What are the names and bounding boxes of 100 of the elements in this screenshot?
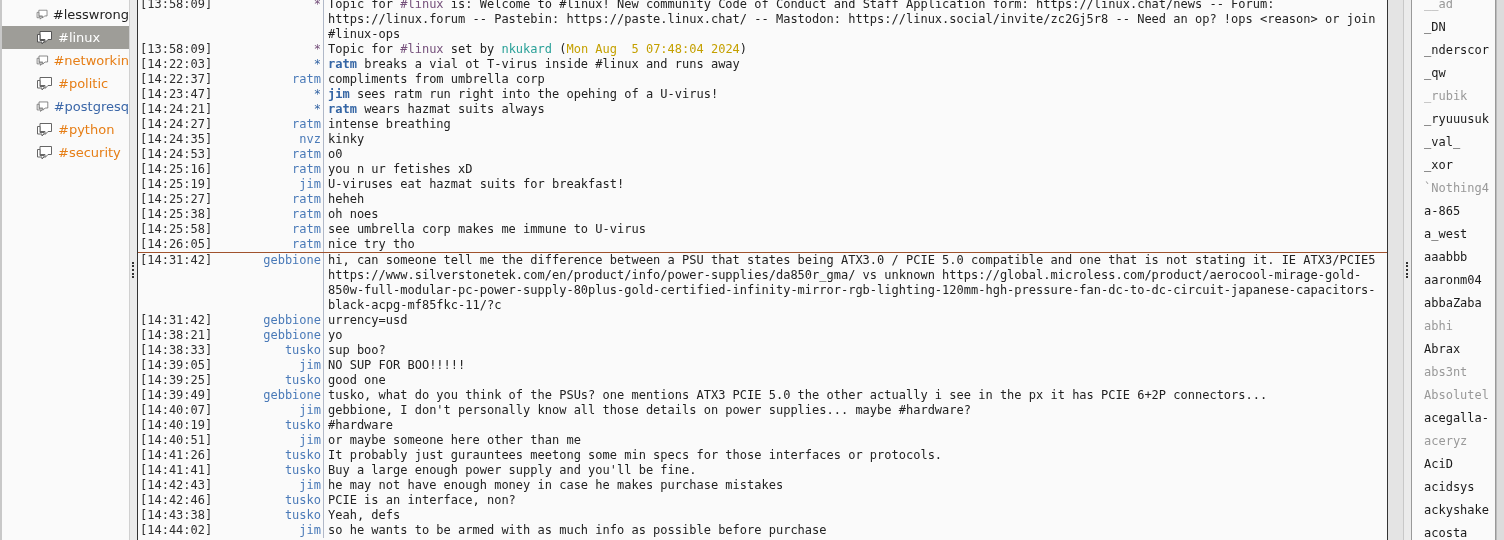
- user-item[interactable]: _ryuuusuk: [1412, 108, 1495, 131]
- timestamp: [14:24:21]: [140, 102, 214, 117]
- nick-label: tusko: [226, 463, 324, 478]
- message-text: U-viruses eat hazmat suits for breakfast!: [327, 177, 626, 192]
- timestamp: [14:44:02]: [140, 523, 214, 538]
- channel-name: #politic: [58, 76, 109, 91]
- message-text: tusko, what do you think of the PSUs? one mentions ATX3 PCIE 5.0 the other actually i see in the px it has PCIE 6+2P connectors...: [327, 388, 1269, 403]
- nick-label: tusko: [226, 373, 324, 388]
- user-item[interactable]: acidsys: [1412, 476, 1495, 499]
- user-item[interactable]: a_west: [1412, 223, 1495, 246]
- timestamp: [14:22:03]: [140, 57, 214, 72]
- nick-label: gebbione: [226, 253, 324, 313]
- chat-bubble-icon: [36, 99, 50, 114]
- timestamp: [14:25:16]: [140, 162, 214, 177]
- timestamp: [14:24:53]: [140, 147, 214, 162]
- user-item[interactable]: _DN: [1412, 16, 1495, 39]
- user-item[interactable]: aaronm04: [1412, 269, 1495, 292]
- message-text: compliments from umbrella corp: [327, 72, 546, 87]
- nick-label: ratm: [226, 192, 324, 207]
- nick-label: jim: [226, 478, 324, 493]
- timestamp: [14:31:42]: [140, 253, 214, 269]
- nick-label: ratm: [226, 72, 324, 87]
- timestamp: [14:42:43]: [140, 478, 214, 493]
- user-item[interactable]: aaabbb: [1412, 246, 1495, 269]
- message-text: ratm wears hazmat suits always: [327, 102, 546, 117]
- nick-label: ratm: [226, 147, 324, 162]
- nick-label: jim: [226, 523, 324, 538]
- message-text: gebbione, I don't personally know all those details on power supplies... maybe #hardware?: [327, 403, 972, 418]
- nick-label: jim: [226, 433, 324, 448]
- timestamp: [14:40:07]: [140, 403, 214, 418]
- timestamp: [14:43:38]: [140, 508, 214, 523]
- user-item[interactable]: _nderscor: [1412, 39, 1495, 62]
- user-item[interactable]: Abrax: [1412, 338, 1495, 361]
- nick-label: ratm: [226, 222, 324, 237]
- message-text: see umbrella corp makes me immune to U-virus: [327, 222, 647, 237]
- timestamp: [14:26:05]: [140, 237, 214, 252]
- chat-bubble-icon: [36, 53, 50, 68]
- message-text: #hardware: [327, 418, 395, 433]
- user-item[interactable]: ackyshake: [1412, 499, 1495, 522]
- message-text: o0: [327, 147, 344, 162]
- nick-label: tusko: [226, 508, 324, 523]
- user-item[interactable]: _qw: [1412, 62, 1495, 85]
- nick-label: jim: [226, 358, 324, 373]
- message-text: PCIE is an interface, non?: [327, 493, 517, 508]
- nick-label: tusko: [226, 418, 324, 433]
- message-text: It probably just gurauntees meetong some min specs for those interfaces or protocols.: [327, 448, 944, 463]
- user-item[interactable]: a-865: [1412, 200, 1495, 223]
- nick-label: ratm: [226, 117, 324, 132]
- timestamp: [14:39:49]: [140, 388, 214, 403]
- nick-label: jim: [226, 177, 324, 192]
- channel-name: #lesswrong: [52, 7, 129, 22]
- timestamp: [14:41:26]: [140, 448, 214, 463]
- timestamp: [14:25:38]: [140, 207, 214, 222]
- timestamp: [14:40:51]: [140, 433, 214, 448]
- timestamp: [13:58:09]: [140, 42, 214, 57]
- message-text: NO SUP FOR BOO!!!!!: [327, 358, 467, 373]
- nick-label: gebbione: [226, 313, 324, 328]
- nick-label: ratm: [226, 162, 324, 177]
- chat-bubble-icon: [36, 30, 54, 45]
- scrollbar[interactable]: [1496, 0, 1504, 540]
- message-text: Buy a large enough power supply and you'll be fine.: [327, 463, 698, 478]
- nick-label: nvz: [226, 132, 324, 147]
- chat-bubble-icon: [36, 7, 49, 22]
- nick-label: tusko: [226, 343, 324, 358]
- message-text: good one: [327, 373, 387, 388]
- resize-grip[interactable]: [1405, 262, 1410, 278]
- message-text: you n ur fetishes xD: [327, 162, 474, 177]
- nick-label: *: [226, 57, 324, 72]
- timestamp: [14:39:25]: [140, 373, 214, 388]
- timestamp: [14:24:35]: [140, 132, 214, 147]
- scrollbar[interactable]: [1388, 0, 1404, 540]
- user-item[interactable]: acegalla-: [1412, 407, 1495, 430]
- user-item[interactable]: _xor: [1412, 154, 1495, 177]
- channel-item[interactable]: #lesswrong: [2, 3, 129, 26]
- timestamp: [14:38:21]: [140, 328, 214, 343]
- timestamp: [14:23:47]: [140, 87, 214, 102]
- channel-name: #python: [58, 122, 115, 137]
- message-text: ratm breaks a vial ot T-virus inside #linux and runs away: [327, 57, 741, 72]
- channel-item[interactable]: #postgresq: [2, 95, 129, 118]
- timestamp: [14:39:05]: [140, 358, 214, 373]
- nick-label: *: [226, 102, 324, 117]
- channel-name: #linux: [58, 30, 101, 45]
- nick-label: ratm: [226, 237, 324, 252]
- message-text: intense breathing: [327, 117, 452, 132]
- timestamp: [14:41:41]: [140, 463, 214, 478]
- user-item[interactable]: acosta: [1412, 522, 1495, 540]
- nick-label: tusko: [226, 493, 324, 508]
- message-text: kinky: [327, 132, 366, 147]
- message-text: oh noes: [327, 207, 380, 222]
- user-item[interactable]: _val_: [1412, 131, 1495, 154]
- message-text: jim sees ratm run right into the opehing of a U-virus!: [327, 87, 720, 102]
- channel-name: #postgresq: [53, 99, 129, 114]
- timestamp: [14:25:19]: [140, 177, 214, 192]
- message-text: yo: [327, 328, 344, 343]
- resize-grip[interactable]: [131, 262, 136, 278]
- user-item[interactable]: AciD: [1412, 453, 1495, 476]
- timestamp: [14:25:27]: [140, 192, 214, 207]
- timestamp: [14:24:27]: [140, 117, 214, 132]
- user-item[interactable]: abbaZaba: [1412, 292, 1495, 315]
- nick-label: jim: [226, 403, 324, 418]
